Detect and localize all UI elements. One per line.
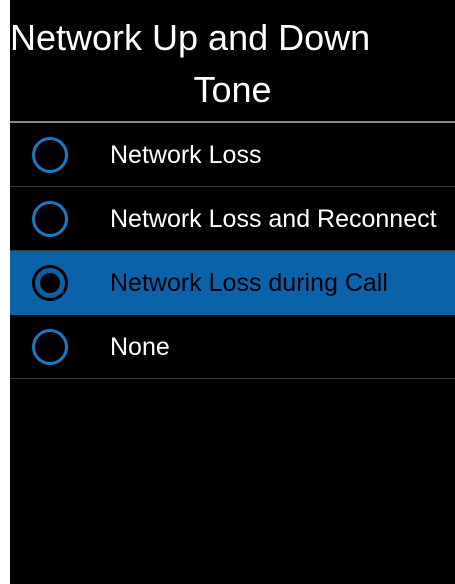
option-label: Network Loss and Reconnect [110, 205, 437, 233]
page-title-line-2: Tone [193, 69, 272, 110]
radio-dot-icon [40, 273, 60, 293]
radio-unchecked-icon[interactable] [32, 329, 68, 365]
tone-options-list: Network Loss Network Loss and Reconnect … [10, 123, 455, 379]
radio-checked-icon[interactable] [32, 265, 68, 301]
option-network-loss-and-reconnect[interactable]: Network Loss and Reconnect [10, 187, 455, 251]
option-label: Network Loss [110, 141, 262, 169]
radio-unchecked-icon[interactable] [32, 137, 68, 173]
page-title-line-1: Network Up and Down [10, 17, 371, 58]
option-none[interactable]: None [10, 315, 455, 379]
option-network-loss[interactable]: Network Loss [10, 123, 455, 187]
screen: Network Up and Down Tone Network Loss Ne… [10, 0, 455, 584]
option-label: None [110, 333, 170, 361]
option-label: Network Loss during Call [110, 269, 388, 297]
option-network-loss-during-call[interactable]: Network Loss during Call [10, 251, 455, 315]
page-title: Network Up and Down Tone [10, 0, 455, 122]
radio-unchecked-icon[interactable] [32, 201, 68, 237]
